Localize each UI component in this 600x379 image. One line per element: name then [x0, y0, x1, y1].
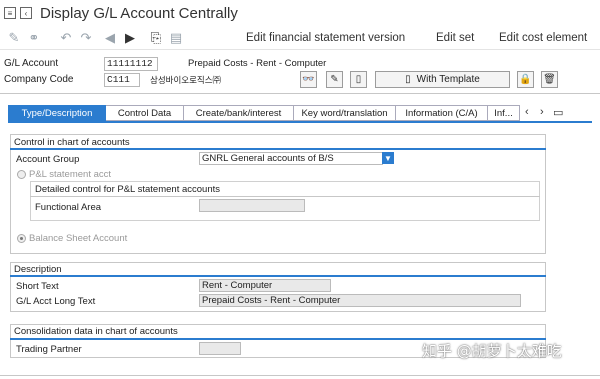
tab-control-data[interactable]: Control Data: [106, 105, 184, 121]
short-text-field[interactable]: Rent - Computer: [199, 279, 331, 292]
menu-icon[interactable]: ≡: [4, 7, 16, 19]
gl-account-description: Prepaid Costs - Rent - Computer: [188, 58, 327, 69]
chevron-down-icon[interactable]: ▼: [382, 152, 394, 164]
detailed-control-label: Detailed control for P&L statement accou…: [35, 184, 220, 195]
detailed-control-divider: [30, 196, 540, 197]
description-group-underline: [10, 275, 546, 277]
bottom-separator: [0, 375, 600, 376]
edit-icon[interactable]: ✎: [326, 71, 343, 88]
window-title: Display G/L Account Centrally: [40, 4, 238, 22]
long-text-label: G/L Acct Long Text: [16, 296, 96, 307]
edit-fs-version-button[interactable]: Edit financial statement version: [246, 32, 405, 44]
with-template-label: With Template: [416, 74, 480, 85]
next-icon[interactable]: ▶: [120, 28, 140, 48]
tab-strip: Type/Description Control Data Create/ban…: [8, 105, 520, 121]
long-text-field[interactable]: Prepaid Costs - Rent - Computer: [199, 294, 521, 307]
tab-information-more[interactable]: Inf...: [488, 105, 520, 121]
display-change-icon[interactable]: ⎘: [146, 28, 166, 48]
create-icon[interactable]: ▯: [350, 71, 367, 88]
control-group-title: Control in chart of accounts: [14, 137, 130, 148]
short-text-label: Short Text: [16, 281, 59, 292]
template-icon: ▯: [405, 74, 411, 85]
pl-statement-label: P&L statement acct: [29, 169, 112, 180]
description-group-title: Description: [14, 264, 62, 275]
title-bar: ≡ ‹ Display G/L Account Centrally: [0, 0, 600, 26]
edit-set-button[interactable]: Edit set: [436, 32, 474, 44]
company-name: 삼성바이오로직스㈜: [150, 75, 222, 85]
tab-create-bank-interest[interactable]: Create/bank/interest: [184, 105, 294, 121]
edit-pencil-icon[interactable]: ✎: [4, 28, 24, 48]
account-group-select[interactable]: GNRL General accounts of B/S: [199, 152, 383, 165]
pl-statement-radio[interactable]: [17, 170, 26, 179]
back-icon[interactable]: ‹: [20, 7, 32, 19]
lock-icon[interactable]: 🔒: [517, 71, 534, 88]
gl-account-input[interactable]: 11111112: [104, 57, 158, 71]
company-code-input[interactable]: C111: [104, 73, 140, 87]
watermark: 知乎 @胡萝卜太难吃: [422, 342, 562, 360]
delete-icon[interactable]: 🗑: [541, 71, 558, 88]
balance-sheet-radio[interactable]: [17, 234, 26, 243]
tab-underline: [8, 121, 592, 123]
header-separator: [0, 93, 600, 94]
trading-partner-field[interactable]: [199, 342, 241, 355]
balance-sheet-label: Balance Sheet Account: [29, 233, 128, 244]
edit-cost-element-button[interactable]: Edit cost element: [499, 32, 587, 44]
redo-icon[interactable]: ↷: [76, 28, 96, 48]
document-icon[interactable]: ▤: [166, 28, 186, 48]
functional-area-label: Functional Area: [35, 202, 102, 213]
company-code-label: Company Code: [4, 74, 74, 85]
tab-information-ca[interactable]: Information (C/A): [396, 105, 488, 121]
trading-partner-label: Trading Partner: [16, 344, 82, 355]
glasses-icon[interactable]: 👓: [300, 71, 317, 88]
account-group-label: Account Group: [16, 154, 80, 165]
previous-icon[interactable]: ◀: [100, 28, 120, 48]
control-group-underline: [10, 148, 546, 150]
link-icon[interactable]: ⚭: [24, 28, 44, 48]
with-template-button[interactable]: ▯ With Template: [375, 71, 510, 88]
tab-keyword-translation[interactable]: Key word/translation: [294, 105, 396, 121]
undo-icon[interactable]: ↶: [56, 28, 76, 48]
tab-left-arrow-icon[interactable]: ‹: [525, 106, 529, 118]
tab-list-icon[interactable]: ▭: [553, 106, 563, 119]
tab-right-arrow-icon[interactable]: ›: [540, 106, 544, 118]
tab-type-description[interactable]: Type/Description: [8, 105, 106, 121]
consolidation-group-title: Consolidation data in chart of accounts: [14, 326, 178, 337]
gl-account-label: G/L Account: [4, 58, 59, 69]
functional-area-field[interactable]: [199, 199, 305, 212]
